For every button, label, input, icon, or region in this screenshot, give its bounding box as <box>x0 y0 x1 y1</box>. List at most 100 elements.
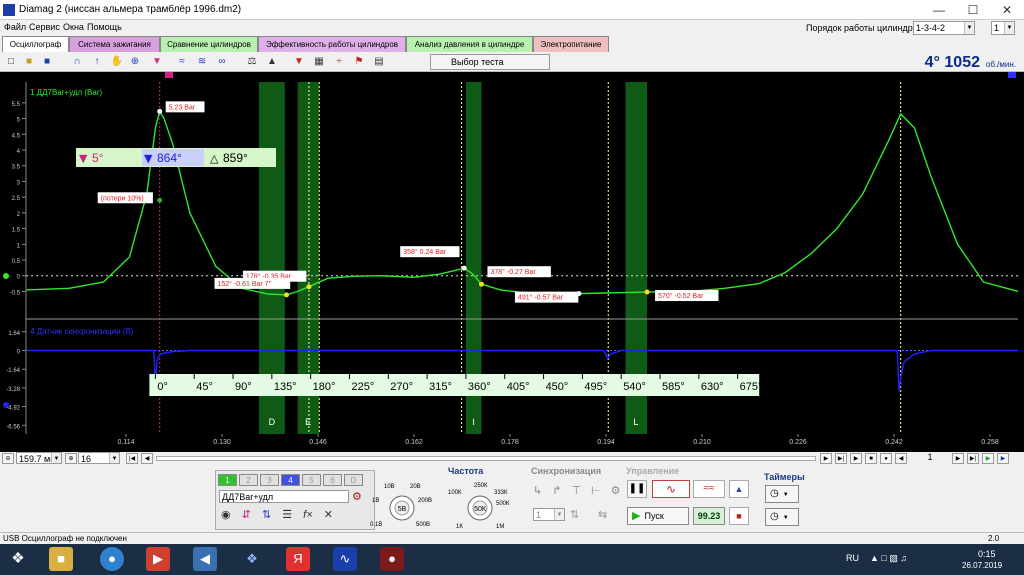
wave-icon[interactable]: ≈ <box>175 55 189 69</box>
tab-oscilloscope[interactable]: Осциллограф <box>2 36 69 52</box>
run-fast-icon[interactable]: ▶ <box>997 453 1009 464</box>
cursor-b-handle[interactable] <box>1008 72 1016 78</box>
last-page-icon[interactable]: ▶| <box>835 453 847 464</box>
record-icon[interactable]: ● <box>880 453 892 464</box>
oscilloscope-plot[interactable]: 1 ДД7Bar+удл (Bar) 4 Датчик синхронизаци… <box>0 72 1024 452</box>
tab-pressure-analysis[interactable]: Анализ давления в цилиндре <box>406 36 533 52</box>
voltage-dial[interactable]: 5В 10В 20В 1В 200В 0.1В 500В <box>370 480 440 530</box>
cylinder-count-select[interactable]: 1 ▼ <box>991 21 1015 35</box>
speaker-icon[interactable]: ◀ <box>193 547 217 571</box>
invert-icon[interactable]: ⇵ <box>242 509 251 521</box>
channel-button-5[interactable]: 5 <box>302 474 321 486</box>
zoom-out-icon[interactable]: ⊖ <box>2 453 14 464</box>
forward-icon[interactable]: ▶ <box>952 453 964 464</box>
marker-icon[interactable]: ▼ <box>150 55 164 69</box>
cursor-a-handle[interactable] <box>165 72 173 78</box>
timeline-scrollbar[interactable] <box>156 456 816 461</box>
play-icon[interactable]: ▶ <box>850 453 862 464</box>
channel-button-6[interactable]: 6 <box>323 474 342 486</box>
bluetooth-icon[interactable]: ❖ <box>240 547 264 571</box>
cylinder-order-select[interactable]: 1-3-4-2 ▼ <box>913 21 975 35</box>
timer2-button[interactable]: ◷ ▼ <box>765 508 799 526</box>
sine-wave-icon[interactable]: ∿ <box>652 480 690 498</box>
zoom-icon[interactable]: ⊕ <box>128 55 142 69</box>
channel-button-4[interactable]: 4 <box>281 474 300 486</box>
close-button[interactable]: ✕ <box>990 0 1024 20</box>
menu-help[interactable]: Помощь <box>87 22 122 32</box>
function-icon[interactable]: f× <box>303 509 312 521</box>
channel-button-D[interactable]: D <box>344 474 363 486</box>
split-icon[interactable]: ÷ <box>332 55 346 69</box>
maximize-button[interactable]: ☐ <box>956 0 990 20</box>
sensor-tools-icon[interactable]: ⚙ <box>352 490 362 503</box>
explorer-icon[interactable]: ■ <box>49 547 73 571</box>
chrome-icon[interactable]: ● <box>100 547 124 571</box>
wrench-icon[interactable]: ✕ <box>324 509 333 521</box>
language-indicator[interactable]: RU <box>846 553 859 563</box>
run-icon[interactable]: ▶ <box>982 453 994 464</box>
menu-service[interactable]: Сервис <box>29 22 60 32</box>
stop-icon[interactable]: ■ <box>865 453 877 464</box>
sync-position-icon[interactable]: ⇅ <box>570 508 579 521</box>
trigger-mode-icon[interactable]: ⊢ <box>591 485 601 497</box>
tool-icon[interactable]: ▲ <box>265 55 279 69</box>
hand-icon[interactable]: ✋ <box>110 55 124 69</box>
flag-icon[interactable]: ⚑ <box>352 55 366 69</box>
ch1-offset-handle[interactable] <box>3 273 9 279</box>
channel-button-2[interactable]: 2 <box>239 474 258 486</box>
trigger-rise-icon[interactable]: ↳ <box>533 485 542 497</box>
end-icon[interactable]: ▶| <box>967 453 979 464</box>
cursor-icon[interactable]: ↑ <box>90 55 104 69</box>
tab-cylinder-efficiency[interactable]: Эффективность работы цилиндров <box>258 36 406 52</box>
tab-power-supply[interactable]: Электропитание <box>533 36 609 52</box>
timer-button[interactable]: ◷ ▼ <box>765 485 799 503</box>
zoom-in-icon[interactable]: ⊕ <box>65 453 77 464</box>
auto-adjust-icon[interactable]: ■ <box>729 507 749 525</box>
wave2-icon[interactable]: ≋ <box>195 55 209 69</box>
table-icon[interactable]: ▦ <box>312 55 326 69</box>
arrows-icon[interactable]: ⇅ <box>262 509 271 521</box>
app-icon-red[interactable]: ● <box>380 547 404 571</box>
trigger-fall-icon[interactable]: ↱ <box>552 485 561 497</box>
page-icon[interactable]: ▤ <box>372 55 386 69</box>
tray-icons[interactable]: ▲ □ ▧ ♫ <box>870 553 907 564</box>
measure-icon[interactable]: ∩ <box>70 55 84 69</box>
eye-icon[interactable]: ◉ <box>221 509 231 521</box>
next-page-icon[interactable]: ▶ <box>820 453 832 464</box>
trigger-level-icon[interactable]: ⊤ <box>571 485 581 497</box>
tab-ignition[interactable]: Система зажигания <box>69 36 160 52</box>
minimize-button[interactable]: — <box>922 0 956 20</box>
media-player-icon[interactable]: ▶ <box>146 547 170 571</box>
sync-delay-icon[interactable]: ⇆ <box>598 508 607 521</box>
divisions-select[interactable]: 16 ▼ <box>78 452 120 464</box>
select-test-button[interactable]: Выбор теста <box>430 54 550 70</box>
first-page-icon[interactable]: |◀ <box>126 453 138 464</box>
frequency-dial[interactable]: 50К 100К 250К 333К 500К 1К 1М <box>446 478 518 530</box>
scale-icon[interactable]: ⚖ <box>245 55 259 69</box>
rewind-icon[interactable]: ◀ <box>895 453 907 464</box>
prev-page-icon[interactable]: ◀ <box>141 453 153 464</box>
start-button[interactable]: ▶ Пуск <box>627 507 689 525</box>
start-icon[interactable]: ❖ <box>6 547 30 571</box>
channel-button-3[interactable]: 3 <box>260 474 279 486</box>
tab-cylinder-compare[interactable]: Сравнение цилиндров <box>160 36 258 52</box>
yandex-icon[interactable]: Я <box>286 547 310 571</box>
pulse-wave-icon[interactable]: ≈≈ <box>693 480 725 498</box>
channel-button-1[interactable]: 1 <box>218 474 237 486</box>
menu-windows[interactable]: Окна <box>63 22 84 32</box>
new-file-icon[interactable]: □ <box>4 55 18 69</box>
timebase-select[interactable]: 159.7 мс ▼ <box>16 452 62 464</box>
cursor-marker-icon[interactable]: ▼ <box>292 55 306 69</box>
menu-file[interactable]: Файл <box>4 22 26 32</box>
sensor-select[interactable]: ДД7Bar+удл <box>219 490 349 503</box>
filter-icon[interactable]: ∞ <box>215 55 229 69</box>
lines-icon[interactable]: ☰ <box>282 509 292 521</box>
diamag-icon[interactable]: ∿ <box>333 547 357 571</box>
pause-icon[interactable]: ❚❚ <box>627 480 647 498</box>
open-folder-icon[interactable]: ■ <box>22 55 36 69</box>
ch4-offset-handle[interactable] <box>3 402 9 408</box>
sync-pin-icon[interactable]: ⚙ <box>611 485 621 497</box>
save-icon[interactable]: ■ <box>40 55 54 69</box>
auto-icon[interactable]: ▲ <box>729 480 749 498</box>
sync-channel-select[interactable]: 1 ▼ <box>533 508 565 521</box>
